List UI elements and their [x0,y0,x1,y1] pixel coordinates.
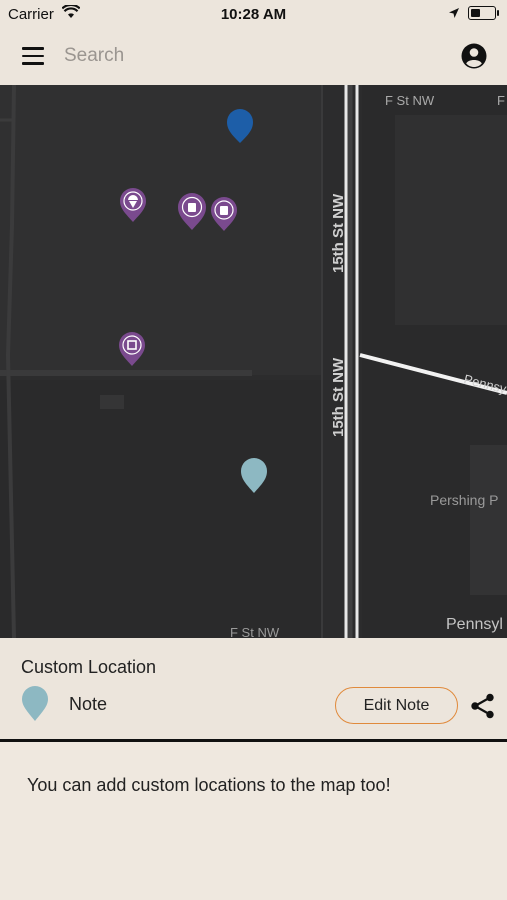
search-bar [0,28,507,85]
location-title: Custom Location [21,657,157,677]
location-arrow-icon [448,6,460,23]
clock: 10:28 AM [220,6,287,23]
account-icon[interactable] [461,43,487,69]
street-label: Pennsyl [446,616,503,633]
street-label: F [497,93,505,108]
location-detail-panel: Custom Location Note Edit Note [0,638,507,740]
edit-note-button[interactable]: Edit Note [335,687,458,724]
search-input[interactable] [64,41,424,71]
map-canvas: F St NW F 15th St NW 15th St NW Pennsy P… [0,85,507,638]
battery-icon [468,6,499,20]
note-label: Note [69,694,108,714]
info-section: You can add custom locations to the map … [0,742,507,900]
status-bar: Carrier 10:28 AM [0,0,507,28]
map-view[interactable]: F St NW F 15th St NW 15th St NW Pennsy P… [0,85,507,638]
info-message: You can add custom locations to the map … [27,775,391,795]
menu-icon[interactable] [22,47,44,65]
street-label: 15th St NW [330,357,347,437]
street-label: 15th St NW [330,193,347,273]
street-label: F St NW [230,625,280,638]
street-label: F St NW [385,93,435,108]
custom-pin-icon [21,686,49,727]
street-label: Pershing P [430,492,498,508]
share-icon[interactable] [470,693,496,724]
